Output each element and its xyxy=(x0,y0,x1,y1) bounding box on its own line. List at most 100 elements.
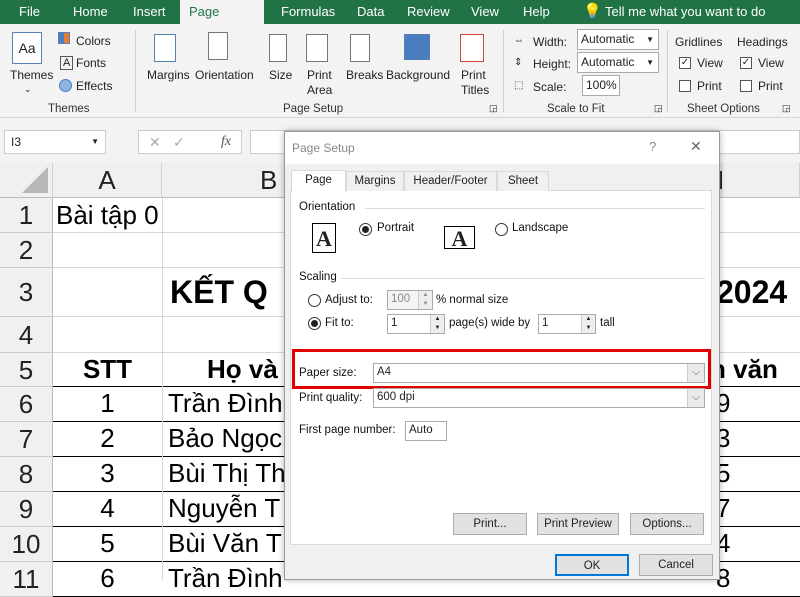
row-header[interactable]: 7 xyxy=(0,422,53,457)
name-box[interactable]: I3 ▼ xyxy=(4,130,106,154)
scale-launcher-icon[interactable]: ◲ xyxy=(654,103,663,114)
cell-name[interactable]: Bùi Thị Th xyxy=(168,458,286,489)
cell-stt[interactable]: 3 xyxy=(53,458,162,489)
gridlines-print-checkbox[interactable] xyxy=(679,80,691,92)
headings-view-checkbox[interactable]: ✓ xyxy=(740,57,752,69)
landscape-label[interactable]: Landscape xyxy=(512,222,568,234)
adjust-to-spinner[interactable]: 100 ▲ ▼ xyxy=(387,290,433,310)
tab-home[interactable]: Home xyxy=(64,0,117,24)
dialog-tab-header-footer[interactable]: Header/Footer xyxy=(404,171,497,191)
tab-review[interactable]: Review xyxy=(398,0,459,24)
tab-formulas[interactable]: Formulas xyxy=(272,0,344,24)
tab-insert[interactable]: Insert xyxy=(124,0,175,24)
tab-page-layout[interactable]: Page Layout xyxy=(180,0,264,42)
cell-stt[interactable]: 2 xyxy=(53,423,162,454)
cell-a1[interactable]: Bài tập 0 xyxy=(56,200,159,231)
portrait-radio[interactable] xyxy=(359,223,372,236)
row-header[interactable]: 10 xyxy=(0,527,53,562)
tab-data[interactable]: Data xyxy=(348,0,393,24)
column-header-e[interactable] xyxy=(722,163,800,198)
row-header[interactable]: 3 xyxy=(0,268,53,317)
scale-spinner[interactable]: 100% xyxy=(582,75,620,96)
tab-view[interactable]: View xyxy=(462,0,508,24)
help-button[interactable]: ? xyxy=(649,139,656,154)
spinner-arrows-icon[interactable]: ▲ ▼ xyxy=(430,315,444,333)
tab-file[interactable]: File xyxy=(10,0,49,24)
width-select[interactable]: Automatic ▼ xyxy=(577,29,659,50)
pages-wide-value: 1 xyxy=(391,317,398,329)
row-header[interactable]: 1 xyxy=(0,198,53,233)
row-header[interactable]: 2 xyxy=(0,233,53,268)
print-quality-select[interactable]: 600 dpi ⌵ xyxy=(373,388,705,408)
print-quality-label: Print quality: xyxy=(299,392,363,404)
row-header[interactable]: 6 xyxy=(0,387,53,422)
row-header[interactable]: 9 xyxy=(0,492,53,527)
breaks-button[interactable]: Breaks xyxy=(346,68,383,82)
headings-print-checkbox[interactable] xyxy=(740,80,752,92)
row-header[interactable]: 5 xyxy=(0,353,53,387)
cell-stt[interactable]: 6 xyxy=(53,563,162,594)
gridlines-view-checkbox[interactable]: ✓ xyxy=(679,57,691,69)
height-select[interactable]: Automatic ▼ xyxy=(577,52,659,73)
fit-to-radio[interactable] xyxy=(308,317,321,330)
tell-me-search[interactable]: Tell me what you want to do xyxy=(596,0,774,24)
colors-icon xyxy=(58,32,70,44)
spinner-arrows-icon[interactable]: ▲ ▼ xyxy=(418,291,432,309)
print-preview-button[interactable]: Print Preview xyxy=(537,513,619,535)
adjust-to-radio[interactable] xyxy=(308,294,321,307)
adjust-to-label[interactable]: Adjust to: xyxy=(325,294,373,306)
orientation-button[interactable]: Orientation xyxy=(195,68,254,82)
cell-stt[interactable]: 1 xyxy=(53,388,162,419)
landscape-radio[interactable] xyxy=(495,223,508,236)
spinner-arrows-icon[interactable]: ▲ ▼ xyxy=(581,315,595,333)
background-button[interactable]: Background xyxy=(386,68,450,82)
size-button[interactable]: Size xyxy=(269,68,292,82)
ok-button[interactable]: OK xyxy=(555,554,629,576)
tab-help[interactable]: Help xyxy=(514,0,559,24)
pages-wide-by-label: page(s) wide by xyxy=(449,317,531,329)
options-button[interactable]: Options... xyxy=(630,513,704,535)
header-e[interactable]: n văn xyxy=(710,354,778,385)
print-titles-label-2: Titles xyxy=(461,83,490,97)
page-setup-launcher-icon[interactable]: ◲ xyxy=(489,103,498,114)
row-header[interactable]: 8 xyxy=(0,457,53,492)
gridlines-view-label: View xyxy=(697,56,723,70)
print-titles-button[interactable]: Print Titles xyxy=(461,68,489,98)
colors-button[interactable]: Colors xyxy=(76,34,111,48)
fonts-button[interactable]: Fonts xyxy=(76,56,106,70)
cell-name[interactable]: Trần Đình xyxy=(168,388,283,419)
margins-button[interactable]: Margins xyxy=(147,68,190,82)
pages-wide-spinner[interactable]: 1 ▲ ▼ xyxy=(387,314,445,334)
cell-name[interactable]: Nguyễn T xyxy=(168,493,280,524)
title-right: 2024 xyxy=(716,274,788,310)
cell-stt[interactable]: 5 xyxy=(53,528,162,559)
sheet-options-launcher-icon[interactable]: ◲ xyxy=(782,103,791,114)
header-name[interactable]: Họ và xyxy=(207,354,278,385)
ribbon-tab-bar: File Home Insert Page Layout Formulas Da… xyxy=(0,0,800,42)
print-button[interactable]: Print... xyxy=(453,513,527,535)
cell-stt[interactable]: 4 xyxy=(53,493,162,524)
column-header-a[interactable]: A xyxy=(53,163,162,198)
fit-to-label[interactable]: Fit to: xyxy=(325,317,354,329)
header-stt[interactable]: STT xyxy=(53,354,162,385)
insert-function-icon[interactable]: fx xyxy=(221,134,231,150)
print-area-button[interactable]: Print Area xyxy=(307,68,332,98)
select-all-corner[interactable] xyxy=(0,163,53,198)
portrait-label[interactable]: Portrait xyxy=(377,222,414,234)
print-area-icon xyxy=(306,34,328,62)
cancel-icon[interactable]: ✕ xyxy=(149,134,161,151)
cell-name[interactable]: Bùi Văn T xyxy=(168,528,282,559)
cell-name[interactable]: Trần Đình xyxy=(168,563,283,594)
dialog-tab-sheet[interactable]: Sheet xyxy=(497,171,549,191)
cancel-button[interactable]: Cancel xyxy=(639,554,713,576)
dialog-tab-margins[interactable]: Margins xyxy=(346,171,404,191)
enter-icon[interactable]: ✓ xyxy=(173,134,185,151)
row-header[interactable]: 4 xyxy=(0,317,53,353)
paper-size-select[interactable]: A4 ⌵ xyxy=(373,363,705,383)
first-page-number-input[interactable]: Auto xyxy=(405,421,447,441)
effects-button[interactable]: Effects xyxy=(76,79,112,93)
dialog-tab-page[interactable]: Page xyxy=(291,170,346,192)
close-button[interactable]: ✕ xyxy=(690,138,702,155)
pages-tall-spinner[interactable]: 1 ▲ ▼ xyxy=(538,314,596,334)
cell-name[interactable]: Bảo Ngọc xyxy=(168,423,282,454)
